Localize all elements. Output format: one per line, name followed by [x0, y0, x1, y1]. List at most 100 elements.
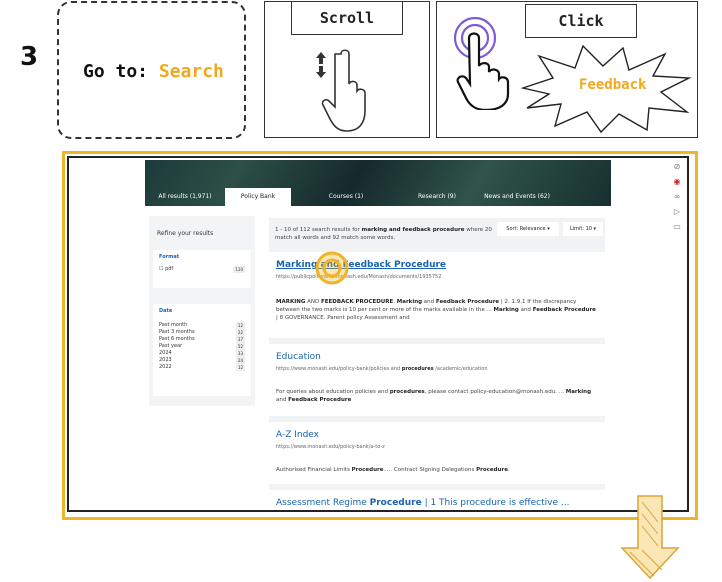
result-card: Assessment Regime Procedure | 1 This pro… [269, 490, 605, 510]
facet-option-pdf[interactable]: ☐ pdf 110 [153, 266, 251, 273]
snippet-fragment: Marking [493, 307, 519, 313]
format-facet-heading: Format [159, 254, 180, 260]
snippet-fragment: Marking [396, 299, 423, 305]
limit-dropdown[interactable]: Limit: 10 ▾ [563, 222, 603, 236]
snippet-fragment: Marking [565, 389, 592, 395]
tab-courses[interactable]: Courses (1) [291, 188, 401, 206]
down-arrow-icon [620, 495, 680, 580]
snippet-fragment: AND [305, 299, 321, 305]
snippet-fragment: Procedure [351, 467, 384, 473]
facet-option-label: ☐ pdf [159, 266, 174, 272]
snippet-fragment: MARKING [276, 299, 306, 305]
result-url: https://publicpolicydms.monash.edu/Monas… [276, 274, 442, 280]
result-snippet: For queries about education policies and… [276, 388, 598, 404]
click-target: Feedback [579, 77, 647, 93]
result-snippet: Authorised Financial Limits Procedure. .… [276, 466, 598, 474]
snippet-fragment: Feedback Procedure [435, 299, 500, 305]
result-url: https://www.monash.edu/policy-bank/a-to-… [276, 444, 385, 450]
facet-option-count: 12 [235, 364, 245, 371]
click-ring-icon [315, 251, 349, 285]
goto-prefix: Go to: [83, 61, 149, 82]
snippet-fragment: Procedure [476, 467, 508, 473]
result-snippet: MARKING AND FEEDBACK PROCEDURE. Marking … [276, 298, 598, 322]
date-facet-options: Past month 12 Past 3 months 22 Past 6 mont… [153, 322, 251, 371]
scroll-label: Scroll [291, 1, 403, 35]
facet-option-2022[interactable]: 2022 12 [153, 364, 251, 371]
snippet-fragment: For queries about education policies and [276, 389, 390, 395]
tab-all-results[interactable]: All results (1,971) [145, 188, 225, 206]
snippet-fragment: , please contact policy-education@monash… [424, 389, 566, 395]
chat-icon[interactable]: ▭ [672, 222, 682, 232]
refine-title: Refine your results [157, 230, 214, 237]
result-url-part: https://www.monash.edu/policy-bank/polic… [276, 366, 401, 372]
facet-option-past-3-months[interactable]: Past 3 months 22 [153, 329, 251, 336]
snippet-fragment: Feedback Procedure [288, 397, 352, 403]
snippet-fragment: and [518, 307, 533, 313]
hand-scroll-icon [316, 49, 366, 132]
snippet-fragment: FEEDBACK PROCEDURE [321, 299, 394, 305]
snippet-fragment: procedures [389, 389, 425, 395]
snippet-fragment: | 8 GOVERNANCE. Parent policy Assessment… [276, 315, 410, 321]
refine-sidebar: Refine your results Format ☐ pdf 110 Dat… [149, 216, 255, 406]
snippet-fragment: . ... Contract Signing Delegations [383, 467, 477, 473]
facet-option-count: 12 [235, 322, 245, 329]
tab-news-events[interactable]: News and Events (62) [473, 188, 561, 206]
tab-policy-bank[interactable]: Policy Bank [225, 188, 291, 206]
result-title-marking-feedback[interactable]: Marking and Feedback Procedure [276, 260, 446, 270]
result-card: Education https://www.monash.edu/policy-… [269, 344, 605, 416]
goto-instruction: Go to: Search [83, 61, 224, 82]
date-facet: Date Past month 12 Past 3 months 22 Past 6… [153, 304, 251, 396]
result-url-part: /academic/education [435, 366, 488, 372]
facet-option-2023[interactable]: 2023 24 [153, 357, 251, 364]
scroll-instruction-panel: Scroll [264, 1, 430, 138]
result-title-education[interactable]: Education [276, 352, 321, 362]
browser-screenshot: All results (1,971) Policy Bank Courses … [67, 156, 689, 512]
snippet-fragment: and [276, 397, 289, 403]
facet-option-count: 52 [235, 343, 245, 350]
facet-option-2024[interactable]: 2024 33 [153, 350, 251, 357]
sort-dropdown[interactable]: Sort: Relevance ▾ [497, 222, 559, 236]
result-title-part: Assessment Regime [276, 498, 367, 508]
facet-option-label: 2022 [159, 364, 172, 370]
facet-option-past-month[interactable]: Past month 12 [153, 322, 251, 329]
result-url: https://www.monash.edu/policy-bank/polic… [276, 366, 488, 372]
link-icon[interactable]: ∞ [672, 192, 682, 202]
extension-toolbar: ⊘ ◉ ∞ ▷ ▭ [671, 162, 683, 232]
facet-option-label: Past month [159, 322, 188, 328]
facet-option-label: Past 6 months [159, 336, 195, 342]
tag-icon[interactable]: ▷ [672, 207, 682, 217]
result-title-part: | 1 This procedure is effective ... [424, 498, 570, 508]
results-summary: 1 - 10 of 112 search results for marking… [275, 226, 495, 242]
facet-option-count: 33 [235, 350, 245, 357]
result-title-part: Procedure [369, 498, 422, 508]
snippet-fragment: . [507, 467, 510, 473]
facet-option-past-year[interactable]: Past year 52 [153, 343, 251, 350]
snippet-fragment: Authorised Financial Limits [276, 467, 352, 473]
format-facet: Format ☐ pdf 110 [153, 250, 251, 288]
snippet-fragment: Feedback Procedure [532, 307, 596, 313]
snippet-fragment: and [422, 299, 436, 305]
search-tabs: All results (1,971) Policy Bank Courses … [145, 188, 611, 206]
facet-option-label: Past 3 months [159, 329, 195, 335]
click-instruction-panel: Click Feedback [436, 1, 698, 138]
tab-research[interactable]: Research (9) [401, 188, 473, 206]
hide-icon[interactable]: ⊘ [672, 162, 682, 172]
step-number: 3 [20, 42, 39, 72]
facet-option-past-6-months[interactable]: Past 6 months 37 [153, 336, 251, 343]
facet-option-count: 22 [235, 329, 245, 336]
hand-pointer-icon [453, 16, 510, 110]
result-title-assessment-regime[interactable]: Assessment Regime Procedure | 1 This pro… [276, 498, 569, 508]
result-url-part: procedures [401, 366, 434, 372]
facet-option-count: 24 [235, 357, 245, 364]
result-title-a-z-index[interactable]: A-Z Index [276, 430, 319, 440]
facet-option-label: 2024 [159, 350, 172, 356]
record-icon[interactable]: ◉ [672, 177, 682, 187]
date-facet-heading: Date [159, 308, 173, 314]
summary-query: marking and feedback procedure [361, 227, 465, 233]
facet-option-count: 37 [235, 336, 245, 343]
result-card: A-Z Index https://www.monash.edu/policy-… [269, 422, 605, 484]
goto-target: Search [158, 61, 224, 82]
click-label: Click [525, 4, 637, 38]
summary-prefix: 1 - 10 of 112 search results for [275, 227, 360, 233]
facet-option-label: Past year [159, 343, 183, 349]
